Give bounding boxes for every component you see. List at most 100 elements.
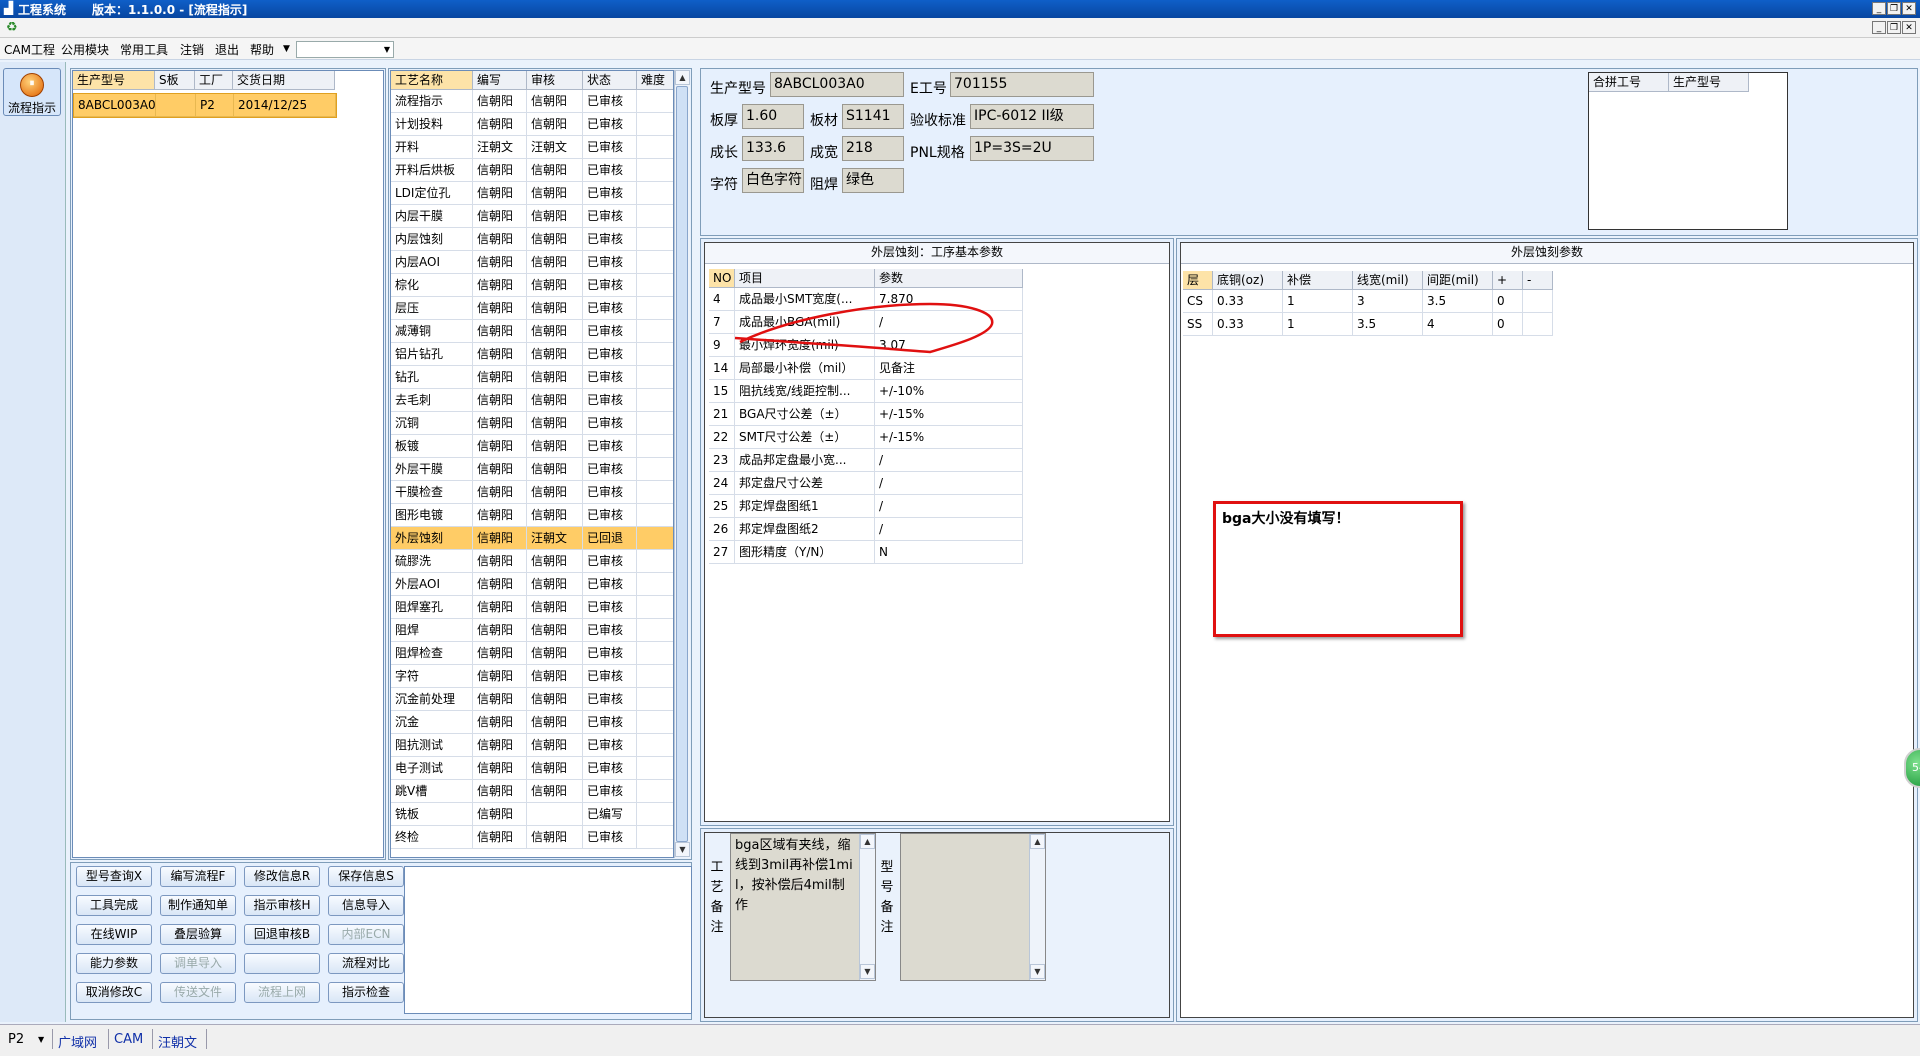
table-row[interactable]: 终检 信朝阳 信朝阳 已审核 bbox=[391, 826, 673, 849]
action-button-4-1[interactable]: 传送文件 bbox=[160, 982, 236, 1003]
table-row[interactable]: 外层AOI 信朝阳 信朝阳 已审核 bbox=[391, 573, 673, 596]
table-row[interactable]: 22 SMT尺寸公差（±） +/-15% bbox=[709, 426, 1023, 449]
action-button-1-1[interactable]: 制作通知单 bbox=[160, 895, 236, 916]
table-row[interactable]: 外层干膜 信朝阳 信朝阳 已审核 bbox=[391, 458, 673, 481]
table-row[interactable]: 去毛刺 信朝阳 信朝阳 已审核 bbox=[391, 389, 673, 412]
basic-header-value[interactable]: 参数 bbox=[875, 269, 1023, 288]
basic-header-item[interactable]: 项目 bbox=[735, 269, 875, 288]
table-row[interactable]: 硫膠洗 信朝阳 信朝阳 已审核 bbox=[391, 550, 673, 573]
process-header-difficulty[interactable]: 难度 bbox=[637, 71, 673, 90]
table-row[interactable]: SS 0.33 1 3.5 4 0 bbox=[1183, 313, 1553, 336]
menu-common-modules[interactable]: 公用模块 bbox=[61, 41, 109, 58]
action-button-3-0[interactable]: 能力参数 bbox=[76, 953, 152, 974]
table-row[interactable]: 铣板 信朝阳 已编写 bbox=[391, 803, 673, 826]
table-row[interactable]: 跳V槽 信朝阳 信朝阳 已审核 bbox=[391, 780, 673, 803]
model-scroll-down-icon[interactable]: ▼ bbox=[1030, 964, 1045, 979]
menu-common-tools[interactable]: 常用工具 bbox=[120, 41, 168, 58]
basic-header-no[interactable]: NO bbox=[709, 269, 735, 288]
order-header-s-board[interactable]: S板 bbox=[155, 71, 195, 90]
eng-no-field[interactable]: 701155 bbox=[950, 72, 1094, 97]
action-button-2-0[interactable]: 在线WIP bbox=[76, 924, 152, 945]
chevron-down-icon[interactable]: ▼ bbox=[283, 44, 290, 54]
etch-header-base-copper[interactable]: 底铜(oz) bbox=[1213, 271, 1283, 290]
process-header-author[interactable]: 编写 bbox=[473, 71, 527, 90]
merge-header-job-no[interactable]: 合拼工号 bbox=[1589, 73, 1669, 92]
etch-header-line-width[interactable]: 线宽(mil) bbox=[1353, 271, 1423, 290]
scroll-thumb[interactable] bbox=[676, 86, 688, 842]
part-no-field[interactable]: 8ABCL003A0 bbox=[770, 72, 904, 97]
table-row[interactable]: CS 0.33 1 3 3.5 0 bbox=[1183, 290, 1553, 313]
table-row[interactable]: 干膜检查 信朝阳 信朝阳 已审核 bbox=[391, 481, 673, 504]
table-row[interactable]: 字符 信朝阳 信朝阳 已审核 bbox=[391, 665, 673, 688]
action-button-2-1[interactable]: 叠层验算 bbox=[160, 924, 236, 945]
action-button-0-2[interactable]: 修改信息R bbox=[244, 866, 320, 887]
table-row[interactable]: 21 BGA尺寸公差（±） +/-15% bbox=[709, 403, 1023, 426]
thickness-field[interactable]: 1.60 bbox=[742, 104, 804, 129]
etch-header-spacing[interactable]: 间距(mil) bbox=[1423, 271, 1493, 290]
length-field[interactable]: 133.6 bbox=[742, 136, 804, 161]
order-header-factory[interactable]: 工厂 bbox=[195, 71, 233, 90]
action-button-3-1[interactable]: 调单导入 bbox=[160, 953, 236, 974]
pnl-field[interactable]: 1P=3S=2U bbox=[970, 136, 1094, 161]
plant-selector[interactable]: P2 bbox=[8, 1032, 24, 1047]
note-scroll-up-icon[interactable]: ▲ bbox=[860, 834, 875, 849]
action-button-3-2[interactable] bbox=[244, 953, 320, 974]
table-row[interactable]: 15 阻抗线宽/线距控制... +/-10% bbox=[709, 380, 1023, 403]
menu-cam[interactable]: CAM工程 bbox=[4, 41, 55, 58]
process-note-textarea[interactable]: bga区域有夹线，缩线到3mil再补偿1mil，按补偿后4mil制作 bbox=[730, 833, 876, 981]
action-button-2-2[interactable]: 回退审核B bbox=[244, 924, 320, 945]
menu-logout[interactable]: 注销 bbox=[180, 41, 204, 58]
process-header-status[interactable]: 状态 bbox=[583, 71, 637, 90]
table-row[interactable]: 减薄铜 信朝阳 信朝阳 已审核 bbox=[391, 320, 673, 343]
combo-chevron-down-icon[interactable]: ▼ bbox=[384, 45, 390, 54]
action-button-0-1[interactable]: 编写流程F bbox=[160, 866, 236, 887]
table-row[interactable]: 内层AOI 信朝阳 信朝阳 已审核 bbox=[391, 251, 673, 274]
table-row[interactable]: 层压 信朝阳 信朝阳 已审核 bbox=[391, 297, 673, 320]
table-row[interactable]: 开料后烘板 信朝阳 信朝阳 已审核 bbox=[391, 159, 673, 182]
process-header-reviewer[interactable]: 审核 bbox=[527, 71, 583, 90]
note-scroll-down-icon[interactable]: ▼ bbox=[860, 964, 875, 979]
action-button-4-3[interactable]: 指示检查 bbox=[328, 982, 404, 1003]
etch-header-layer[interactable]: 层 bbox=[1183, 271, 1213, 290]
action-button-1-0[interactable]: 工具完成 bbox=[76, 895, 152, 916]
mdi-restore-icon[interactable]: ❐ bbox=[1887, 21, 1901, 34]
etch-header-compensation[interactable]: 补偿 bbox=[1283, 271, 1353, 290]
action-button-3-3[interactable]: 流程对比 bbox=[328, 953, 404, 974]
process-note-scrollbar[interactable]: ▲ ▼ bbox=[859, 834, 875, 980]
table-row[interactable]: 沉铜 信朝阳 信朝阳 已审核 bbox=[391, 412, 673, 435]
model-scroll-up-icon[interactable]: ▲ bbox=[1030, 834, 1045, 849]
table-row[interactable]: 14 局部最小补偿（mil） 见备注 bbox=[709, 357, 1023, 380]
model-note-scrollbar[interactable]: ▲ ▼ bbox=[1029, 834, 1045, 980]
order-header-part-no[interactable]: 生产型号 bbox=[73, 71, 155, 90]
table-row[interactable]: 开料 汪朝文 汪朝文 已审核 bbox=[391, 136, 673, 159]
table-row[interactable]: 计划投料 信朝阳 信朝阳 已审核 bbox=[391, 113, 673, 136]
action-button-4-0[interactable]: 取消修改C bbox=[76, 982, 152, 1003]
etch-header-plus[interactable]: + bbox=[1493, 271, 1523, 290]
mask-field[interactable]: 绿色 bbox=[842, 168, 904, 193]
action-button-4-2[interactable]: 流程上网 bbox=[244, 982, 320, 1003]
width-field[interactable]: 218 bbox=[842, 136, 904, 161]
table-row[interactable]: 阻焊 信朝阳 信朝阳 已审核 bbox=[391, 619, 673, 642]
table-row[interactable]: 沉金前处理 信朝阳 信朝阳 已审核 bbox=[391, 688, 673, 711]
table-row[interactable]: 外层蚀刻 信朝阳 汪朝文 已回退 bbox=[391, 527, 673, 550]
table-row[interactable]: 23 成品邦定盘最小宽... / bbox=[709, 449, 1023, 472]
process-header-name[interactable]: 工艺名称 bbox=[391, 71, 473, 90]
table-row[interactable]: 铝片钻孔 信朝阳 信朝阳 已审核 bbox=[391, 343, 673, 366]
action-button-0-3[interactable]: 保存信息S bbox=[328, 866, 404, 887]
action-button-0-0[interactable]: 型号查询X bbox=[76, 866, 152, 887]
table-row[interactable]: 26 邦定焊盘图纸2/ bbox=[709, 518, 1023, 541]
process-list-scrollbar[interactable]: ▲ ▼ bbox=[674, 70, 690, 858]
plant-chevron-down-icon[interactable]: ▼ bbox=[38, 1035, 44, 1044]
table-row[interactable]: 内层蚀刻 信朝阳 信朝阳 已审核 bbox=[391, 228, 673, 251]
menu-help[interactable]: 帮助 bbox=[250, 41, 274, 58]
table-row[interactable]: 阻焊塞孔 信朝阳 信朝阳 已审核 bbox=[391, 596, 673, 619]
action-button-1-2[interactable]: 指示审核H bbox=[244, 895, 320, 916]
standard-field[interactable]: IPC-6012 II级 bbox=[970, 104, 1094, 129]
table-row[interactable]: 27 图形精度（Y/N） N bbox=[709, 541, 1023, 564]
legend-field[interactable]: 白色字符 bbox=[742, 168, 804, 193]
mdi-minimize-icon[interactable]: _ bbox=[1872, 21, 1886, 34]
table-row[interactable]: 沉金 信朝阳 信朝阳 已审核 bbox=[391, 711, 673, 734]
mdi-close-icon[interactable]: ✕ bbox=[1902, 21, 1916, 34]
menu-combo[interactable]: ▼ bbox=[296, 41, 394, 58]
action-button-1-3[interactable]: 信息导入 bbox=[328, 895, 404, 916]
